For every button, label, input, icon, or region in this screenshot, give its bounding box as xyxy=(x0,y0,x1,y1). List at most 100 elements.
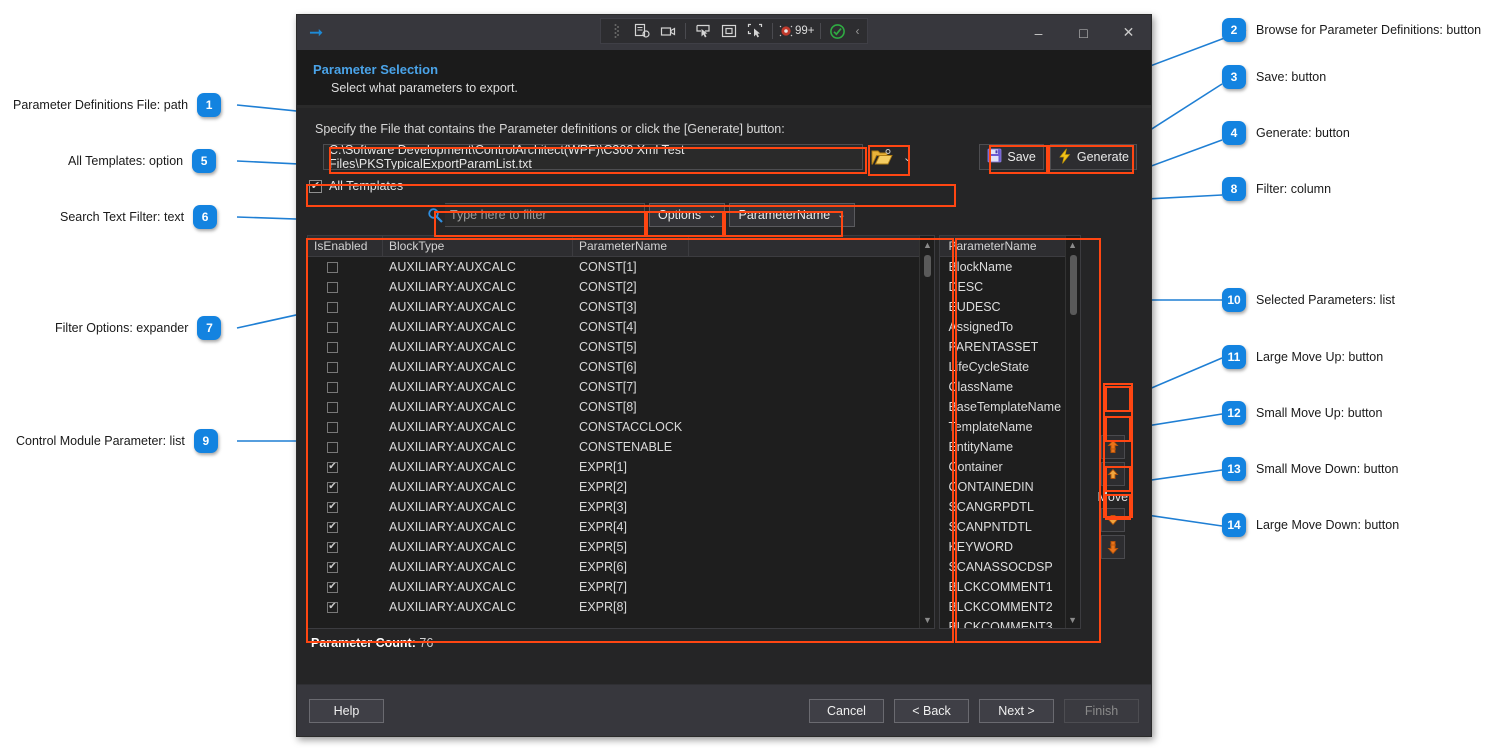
frame-icon[interactable] xyxy=(717,20,741,42)
list-item[interactable]: BaseTemplateName xyxy=(940,397,1079,417)
column-header-parametername[interactable]: ParameterName xyxy=(573,236,689,256)
row-isenabled-cell[interactable]: ✔ xyxy=(308,581,383,593)
list-item[interactable]: SCANPNTDTL xyxy=(940,517,1079,537)
row-isenabled-cell[interactable] xyxy=(308,341,383,353)
parameter-definitions-file-input[interactable]: C:\Software Development\ControlArchitect… xyxy=(323,144,863,170)
list-item[interactable]: LifeCycleState xyxy=(940,357,1079,377)
list-item[interactable]: SCANGRPDTL xyxy=(940,497,1079,517)
row-enabled-checkbox[interactable] xyxy=(327,301,338,313)
table-row[interactable]: AUXILIARY:AUXCALC CONST[3] xyxy=(308,297,934,317)
search-text-filter-input[interactable]: Type here to filter xyxy=(445,203,645,227)
maximize-button[interactable]: □ xyxy=(1061,15,1106,50)
right-scroll-up-button[interactable]: ▲ xyxy=(1066,236,1080,253)
row-enabled-checkbox[interactable] xyxy=(327,341,338,353)
row-enabled-checkbox[interactable] xyxy=(327,321,338,333)
table-row[interactable]: AUXILIARY:AUXCALC CONST[5] xyxy=(308,337,934,357)
scroll-down-button[interactable]: ▼ xyxy=(920,611,934,628)
row-isenabled-cell[interactable] xyxy=(308,381,383,393)
back-button[interactable]: < Back xyxy=(894,698,969,723)
all-templates-checkbox[interactable]: ✔ xyxy=(309,179,322,193)
list-item[interactable]: BlockName xyxy=(940,257,1079,277)
table-row[interactable]: ✔ AUXILIARY:AUXCALC EXPR[8] xyxy=(308,597,934,617)
row-enabled-checkbox[interactable]: ✔ xyxy=(327,501,338,513)
table-row[interactable]: ✔ AUXILIARY:AUXCALC EXPR[6] xyxy=(308,557,934,577)
table-row[interactable]: AUXILIARY:AUXCALC CONST[2] xyxy=(308,277,934,297)
row-isenabled-cell[interactable] xyxy=(308,261,383,273)
row-isenabled-cell[interactable] xyxy=(308,441,383,453)
scroll-thumb[interactable] xyxy=(924,255,932,277)
table-row[interactable]: ✔ AUXILIARY:AUXCALC EXPR[1] xyxy=(308,457,934,477)
small-move-up-button[interactable] xyxy=(1100,462,1125,486)
issue-counter[interactable]: 99+ xyxy=(778,23,815,39)
row-isenabled-cell[interactable]: ✔ xyxy=(308,521,383,533)
row-enabled-checkbox[interactable]: ✔ xyxy=(327,461,338,473)
list-item[interactable]: BLCKCOMMENT3 xyxy=(940,617,1079,628)
row-enabled-checkbox[interactable]: ✔ xyxy=(327,601,338,613)
list-item[interactable]: KEYWORD xyxy=(940,537,1079,557)
small-move-down-button[interactable] xyxy=(1100,508,1125,532)
row-isenabled-cell[interactable] xyxy=(308,301,383,313)
list-item[interactable]: CONTAINEDIN xyxy=(940,477,1079,497)
generate-button[interactable]: Generate xyxy=(1049,144,1137,170)
control-module-parameter-list[interactable]: IsEnabled BlockType ParameterName AUXILI… xyxy=(307,235,936,629)
row-isenabled-cell[interactable]: ✔ xyxy=(308,541,383,553)
help-button[interactable]: Help xyxy=(309,698,384,723)
save-button[interactable]: Save xyxy=(979,144,1044,170)
list-item[interactable]: SCANASSOCDSP xyxy=(940,557,1079,577)
list-item[interactable]: TemplateName xyxy=(940,417,1079,437)
row-enabled-checkbox[interactable]: ✔ xyxy=(327,561,338,573)
row-isenabled-cell[interactable]: ✔ xyxy=(308,561,383,573)
open-folder-icon[interactable] xyxy=(867,144,897,170)
row-enabled-checkbox[interactable] xyxy=(327,261,338,273)
list-item[interactable]: DESC xyxy=(940,277,1079,297)
browse-dropdown-chevron-icon[interactable]: ⌄ xyxy=(897,151,912,164)
scroll-up-button[interactable]: ▲ xyxy=(920,236,934,253)
right-scroll-thumb[interactable] xyxy=(1069,255,1077,315)
pointer-icon[interactable] xyxy=(691,20,715,42)
row-isenabled-cell[interactable] xyxy=(308,281,383,293)
right-list-scrollbar[interactable]: ▲ ▼ xyxy=(1064,236,1080,628)
scroll-track[interactable] xyxy=(920,253,934,611)
row-isenabled-cell[interactable] xyxy=(308,421,383,433)
table-row[interactable]: ✔ AUXILIARY:AUXCALC EXPR[7] xyxy=(308,577,934,597)
row-isenabled-cell[interactable]: ✔ xyxy=(308,461,383,473)
check-circle-icon[interactable] xyxy=(826,20,850,42)
table-row[interactable]: ✔ AUXILIARY:AUXCALC EXPR[3] xyxy=(308,497,934,517)
list-item[interactable]: EUDESC xyxy=(940,297,1079,317)
magnifier-icon[interactable] xyxy=(425,207,445,224)
row-isenabled-cell[interactable]: ✔ xyxy=(308,601,383,613)
row-enabled-checkbox[interactable]: ✔ xyxy=(327,521,338,533)
row-enabled-checkbox[interactable]: ✔ xyxy=(327,541,338,553)
row-enabled-checkbox[interactable]: ✔ xyxy=(327,481,338,493)
row-enabled-checkbox[interactable] xyxy=(327,421,338,433)
cancel-button[interactable]: Cancel xyxy=(809,698,884,723)
list-item[interactable]: ClassName xyxy=(940,377,1079,397)
table-row[interactable]: ✔ AUXILIARY:AUXCALC EXPR[4] xyxy=(308,517,934,537)
row-enabled-checkbox[interactable] xyxy=(327,381,338,393)
table-row[interactable]: AUXILIARY:AUXCALC CONST[8] xyxy=(308,397,934,417)
all-templates-option[interactable]: ✔ All Templates xyxy=(307,179,1141,193)
table-row[interactable]: ✔ AUXILIARY:AUXCALC EXPR[2] xyxy=(308,477,934,497)
row-isenabled-cell[interactable] xyxy=(308,401,383,413)
row-isenabled-cell[interactable] xyxy=(308,321,383,333)
chevron-left-icon[interactable]: ‹ xyxy=(852,24,864,38)
row-enabled-checkbox[interactable] xyxy=(327,441,338,453)
right-scroll-down-button[interactable]: ▼ xyxy=(1066,611,1080,628)
list-item[interactable]: Container xyxy=(940,457,1079,477)
table-row[interactable]: AUXILIARY:AUXCALC CONST[4] xyxy=(308,317,934,337)
table-row[interactable]: AUXILIARY:AUXCALC CONSTACCLOCK xyxy=(308,417,934,437)
large-move-up-button[interactable] xyxy=(1100,435,1125,459)
right-scroll-track[interactable] xyxy=(1066,253,1080,611)
list-item[interactable]: BLCKCOMMENT1 xyxy=(940,577,1079,597)
next-button[interactable]: Next > xyxy=(979,698,1054,723)
select-element-icon[interactable] xyxy=(630,20,654,42)
filter-column-dropdown[interactable]: ParameterName ⌄ xyxy=(729,203,855,227)
row-enabled-checkbox[interactable] xyxy=(327,401,338,413)
row-isenabled-cell[interactable]: ✔ xyxy=(308,501,383,513)
selected-parameters-header[interactable]: ParameterName xyxy=(940,236,1080,257)
selected-parameters-list[interactable]: ParameterName BlockName DESC EUDESC Assigne… xyxy=(939,235,1081,629)
row-isenabled-cell[interactable] xyxy=(308,361,383,373)
table-row[interactable]: AUXILIARY:AUXCALC CONSTENABLE xyxy=(308,437,934,457)
close-button[interactable]: ✕ xyxy=(1106,15,1151,50)
list-item[interactable]: PARENTASSET xyxy=(940,337,1079,357)
